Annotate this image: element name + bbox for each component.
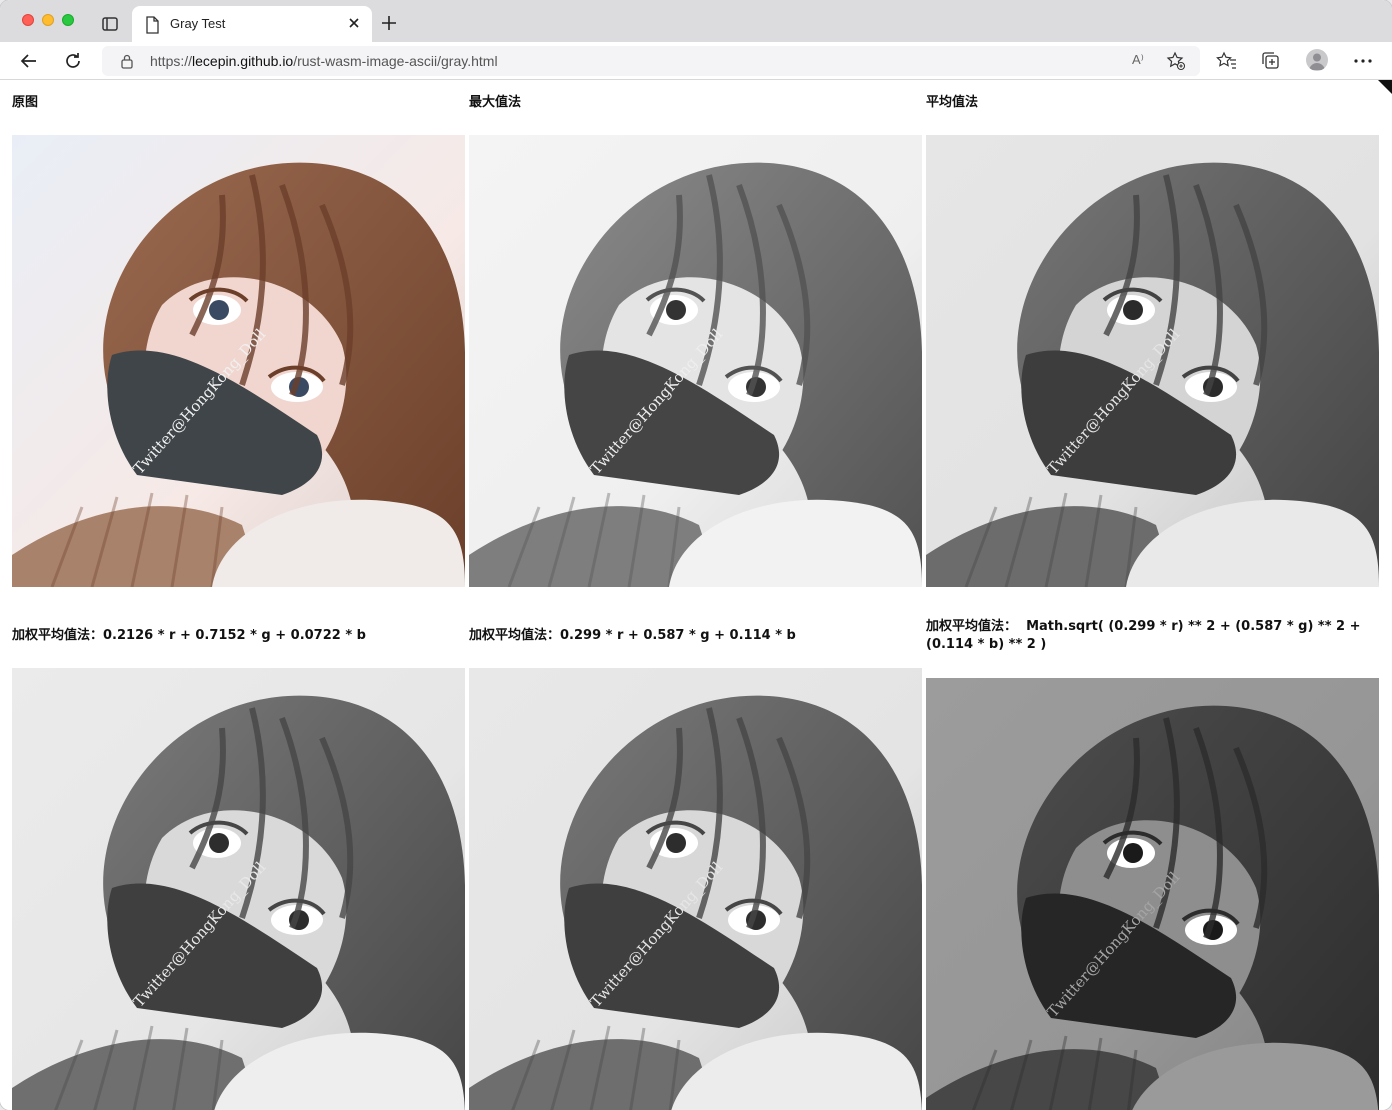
max-gray-image: Twitter@HongKong_Doll xyxy=(469,135,922,587)
browser-window: Gray Test https://lecepin.github.io/rust… xyxy=(0,0,1392,1110)
panel-average: 平均值法 Twitter@HongKong_Doll xyxy=(926,80,1379,587)
caption-label: 加权平均值法： xyxy=(12,628,104,643)
panel-caption: 加权平均值法：0.299 * r + 0.587 * g + 0.114 * b xyxy=(469,587,922,668)
tab-strip: Gray Test xyxy=(0,0,1392,42)
back-arrow-icon[interactable] xyxy=(18,50,40,72)
favorites-icon[interactable] xyxy=(1216,50,1238,72)
weighted-gray-image-3: Twitter@HongKong_Doll xyxy=(926,678,1379,1110)
read-aloud-icon[interactable]: A⁾ xyxy=(1132,52,1144,68)
url-path: /rust-wasm-image-ascii/gray.html xyxy=(293,53,498,69)
panel-caption: 原图 xyxy=(12,80,465,135)
tab-gray-test[interactable]: Gray Test xyxy=(132,6,372,42)
close-window-button[interactable] xyxy=(22,14,34,26)
url-text[interactable]: https://lecepin.github.io/rust-wasm-imag… xyxy=(150,53,498,69)
add-favorite-icon[interactable] xyxy=(1166,51,1186,71)
panel-weighted-3: 加权平均值法： Math.sqrt( (0.299 * r) ** 2 + (0… xyxy=(926,587,1379,1110)
caption-formula: 0.2126 * r + 0.7152 * g + 0.0722 * b xyxy=(103,628,366,643)
tab-actions-icon[interactable] xyxy=(100,14,120,34)
close-tab-icon[interactable] xyxy=(346,15,362,31)
caption-label: 原图 xyxy=(12,95,39,110)
weighted-gray-image-2: Twitter@HongKong_Doll xyxy=(469,668,922,1110)
panel-caption: 平均值法 xyxy=(926,80,1379,135)
image-grid: 原图 Twitter@HongKong_Doll 最大值法 Twitter@Ho… xyxy=(12,80,1379,1110)
caption-label: 最大值法 xyxy=(469,95,522,110)
original-image: Twitter@HongKong_Doll xyxy=(12,135,465,587)
url-host: lecepin.github.io xyxy=(192,53,294,69)
caption-label: 加权平均值法： xyxy=(469,628,561,643)
caption-label: 平均值法 xyxy=(926,95,979,110)
profile-avatar[interactable] xyxy=(1306,49,1328,71)
minimize-window-button[interactable] xyxy=(42,14,54,26)
panel-weighted-1: 加权平均值法：0.2126 * r + 0.7152 * g + 0.0722 … xyxy=(12,587,465,1110)
panel-caption: 加权平均值法： Math.sqrt( (0.299 * r) ** 2 + (0… xyxy=(926,587,1379,678)
url-scheme: https:// xyxy=(150,53,193,69)
panel-caption: 加权平均值法：0.2126 * r + 0.7152 * g + 0.0722 … xyxy=(12,587,465,668)
zoom-window-button[interactable] xyxy=(62,14,74,26)
caption-formula: 0.299 * r + 0.587 * g + 0.114 * b xyxy=(560,628,796,643)
caption-label: 加权平均值法： xyxy=(926,619,1018,634)
page-content: 原图 Twitter@HongKong_Doll 最大值法 Twitter@Ho… xyxy=(0,80,1392,1110)
panel-caption: 最大值法 xyxy=(469,80,922,135)
weighted-gray-image-1: Twitter@HongKong_Doll xyxy=(12,668,465,1110)
address-bar[interactable]: https://lecepin.github.io/rust-wasm-imag… xyxy=(102,46,1200,76)
lock-icon[interactable] xyxy=(120,53,134,69)
tab-title: Gray Test xyxy=(170,16,226,31)
panel-weighted-2: 加权平均值法：0.299 * r + 0.587 * g + 0.114 * b… xyxy=(469,587,922,1110)
average-gray-image: Twitter@HongKong_Doll xyxy=(926,135,1379,587)
new-tab-button[interactable] xyxy=(380,14,398,32)
corner-marker xyxy=(1378,80,1392,94)
refresh-icon[interactable] xyxy=(62,50,84,72)
page-icon xyxy=(144,16,160,34)
collections-icon[interactable] xyxy=(1260,50,1282,72)
toolbar: https://lecepin.github.io/rust-wasm-imag… xyxy=(0,42,1392,80)
panel-max: 最大值法 Twitter@HongKong_Doll xyxy=(469,80,922,587)
more-menu-icon[interactable] xyxy=(1352,50,1374,72)
panel-original: 原图 Twitter@HongKong_Doll xyxy=(12,80,465,587)
